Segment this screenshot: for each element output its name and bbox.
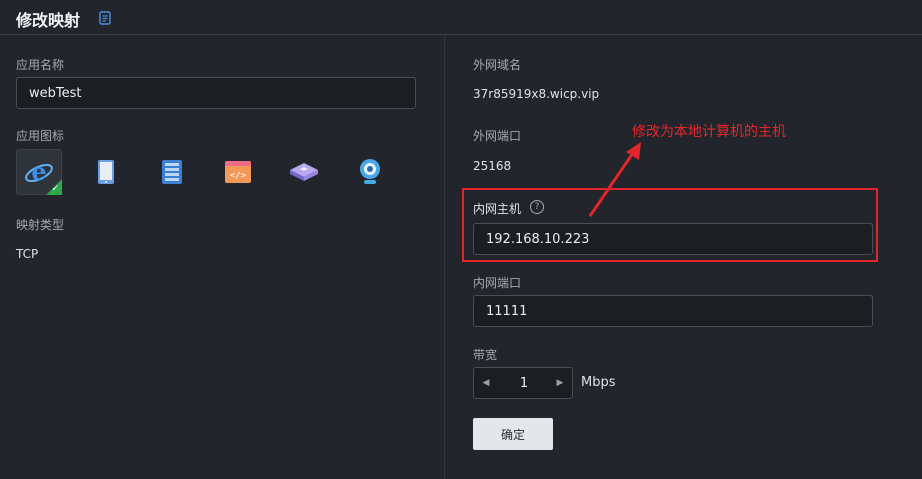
- document-icon[interactable]: [99, 11, 111, 25]
- app-icon-option-ie[interactable]: e ✓: [16, 149, 62, 195]
- app-icon-option-switch[interactable]: [281, 149, 327, 195]
- app-icon-option-code[interactable]: </>: [215, 149, 261, 195]
- app-name-input[interactable]: webTest: [16, 77, 416, 109]
- app-icon-option-tablet[interactable]: [83, 149, 129, 195]
- svg-text:e: e: [31, 157, 46, 186]
- ext-domain-label: 外网域名: [473, 58, 522, 72]
- app-name-label: 应用名称: [16, 58, 65, 72]
- int-port-label: 内网端口: [473, 276, 522, 290]
- annotation-text: 修改为本地计算机的主机: [632, 124, 786, 140]
- page-title: 修改映射: [16, 11, 81, 30]
- int-host-label: 内网主机: [473, 202, 522, 216]
- ext-domain-value: 37r85919x8.wicp.vip: [473, 87, 600, 101]
- help-icon[interactable]: ?: [530, 200, 544, 214]
- decrement-icon[interactable]: ◀: [474, 368, 498, 398]
- code-icon: </>: [225, 161, 251, 183]
- app-icon-label: 应用图标: [16, 129, 65, 143]
- app-icon-option-server[interactable]: [149, 149, 195, 195]
- app-icon-option-webcam[interactable]: [347, 149, 393, 195]
- server-icon: [162, 160, 182, 184]
- bandwidth-unit: Mbps: [581, 375, 616, 390]
- increment-icon[interactable]: ▶: [548, 368, 572, 398]
- mapping-type-value: TCP: [16, 247, 39, 261]
- confirm-button[interactable]: 确定: [473, 418, 553, 450]
- bandwidth-label: 带宽: [473, 348, 498, 362]
- tablet-icon: [98, 160, 114, 184]
- webcam-icon: [360, 159, 380, 184]
- bandwidth-value[interactable]: 1: [498, 368, 550, 398]
- svg-text:</>: </>: [230, 171, 247, 181]
- ext-port-value: 25168: [473, 159, 512, 173]
- column-divider: [444, 35, 445, 479]
- bandwidth-stepper[interactable]: ◀ 1 ▶: [473, 367, 573, 399]
- header: 修改映射: [0, 0, 922, 35]
- network-switch-icon: [290, 163, 318, 181]
- mapping-type-label: 映射类型: [16, 218, 65, 232]
- check-icon: ✓: [51, 184, 59, 194]
- ext-port-label: 外网端口: [473, 129, 522, 143]
- int-host-input[interactable]: 192.168.10.223: [473, 223, 873, 255]
- int-port-input[interactable]: 11111: [473, 295, 873, 327]
